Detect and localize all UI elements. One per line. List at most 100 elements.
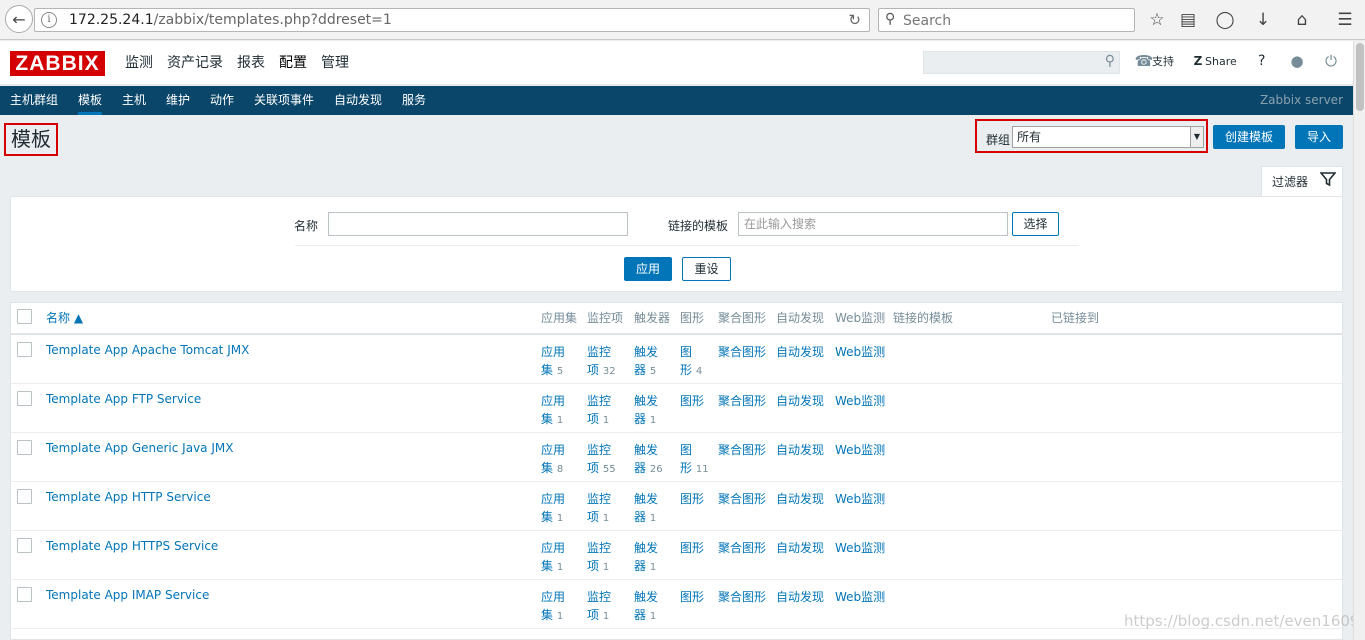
chevron-down-icon[interactable]: ▼ xyxy=(1190,127,1203,147)
items-link[interactable]: 监控项 1 xyxy=(587,490,627,528)
screens-link[interactable]: 聚合图形 xyxy=(718,343,778,361)
global-search-input[interactable]: ⚲ xyxy=(923,51,1120,74)
create-template-button[interactable]: 创建模板 xyxy=(1213,125,1285,149)
screens-link[interactable]: 聚合图形 xyxy=(718,490,778,508)
menu-configuration[interactable]: 配置 xyxy=(272,41,314,85)
row-checkbox[interactable] xyxy=(17,440,32,455)
screens-link[interactable]: 聚合图形 xyxy=(718,588,778,606)
zabbix-logo[interactable]: ZABBIX xyxy=(10,51,105,76)
applications-link[interactable]: 应用集 1 xyxy=(541,490,581,528)
graphs-link[interactable]: 图形 11 xyxy=(680,441,720,479)
applications-link[interactable]: 应用集 1 xyxy=(541,392,581,430)
group-select[interactable]: 所有 ▼ xyxy=(1012,126,1204,148)
web-link[interactable]: Web监测 xyxy=(835,441,895,459)
web-link[interactable]: Web监测 xyxy=(835,539,895,557)
items-link[interactable]: 监控项 1 xyxy=(587,539,627,577)
select-all-checkbox[interactable] xyxy=(17,309,32,324)
support-link[interactable]: 支持 xyxy=(1152,54,1174,70)
submenu-services[interactable]: 服务 xyxy=(402,86,426,115)
submenu-host-groups[interactable]: 主机群组 xyxy=(10,86,58,115)
row-checkbox[interactable] xyxy=(17,587,32,602)
reload-icon[interactable]: ↻ xyxy=(848,11,861,29)
submenu-actions[interactable]: 动作 xyxy=(210,86,234,115)
template-name-link[interactable]: Template App Apache Tomcat JMX xyxy=(46,343,249,357)
filter-name-input[interactable] xyxy=(328,212,628,236)
applications-link[interactable]: 应用集 1 xyxy=(541,588,581,626)
apply-button[interactable]: 应用 xyxy=(624,257,672,281)
select-button[interactable]: 选择 xyxy=(1012,212,1059,236)
discovery-link[interactable]: 自动发现 xyxy=(776,539,836,557)
triggers-link[interactable]: 触发器 1 xyxy=(634,392,674,430)
browser-search-box[interactable]: ⚲ Search xyxy=(878,8,1135,32)
info-icon[interactable]: i xyxy=(41,12,57,28)
row-checkbox[interactable] xyxy=(17,391,32,406)
row-checkbox[interactable] xyxy=(17,489,32,504)
triggers-link[interactable]: 触发器 1 xyxy=(634,490,674,528)
screens-link[interactable]: 聚合图形 xyxy=(718,539,778,557)
graphs-link[interactable]: 图形 xyxy=(680,588,720,606)
linked-templates-input[interactable]: 在此输入搜索 xyxy=(738,212,1008,236)
back-arrow-icon[interactable]: ← xyxy=(5,5,33,33)
search-icon[interactable]: ⚲ xyxy=(1105,53,1115,69)
items-link[interactable]: 监控项 1 xyxy=(587,392,627,430)
template-name-link[interactable]: Template App Generic Java JMX xyxy=(46,441,233,455)
pocket-icon[interactable]: ◯ xyxy=(1214,10,1236,30)
triggers-link[interactable]: 触发器 1 xyxy=(634,588,674,626)
filter-tab[interactable]: 过滤器 xyxy=(1261,166,1343,198)
graphs-link[interactable]: 图形 xyxy=(680,539,720,557)
discovery-link[interactable]: 自动发现 xyxy=(776,392,836,410)
sign-out-icon[interactable]: ⏻ xyxy=(1321,52,1341,70)
row-checkbox[interactable] xyxy=(17,342,32,357)
col-name-header[interactable]: 名称 ▲ xyxy=(46,303,83,333)
web-link[interactable]: Web监测 xyxy=(835,343,895,361)
submenu-templates[interactable]: 模板 xyxy=(78,86,103,115)
template-name-link[interactable]: Template App IMAP Service xyxy=(46,588,209,602)
items-link[interactable]: 监控项 32 xyxy=(587,343,627,381)
web-link[interactable]: Web监测 xyxy=(835,392,895,410)
discovery-link[interactable]: 自动发现 xyxy=(776,441,836,459)
download-icon[interactable]: ↓ xyxy=(1252,10,1274,30)
template-name-link[interactable]: Template App FTP Service xyxy=(46,392,201,406)
submenu-event-correlation[interactable]: 关联项事件 xyxy=(254,86,314,115)
menu-reports[interactable]: 报表 xyxy=(230,41,272,85)
items-link[interactable]: 监控项 1 xyxy=(587,588,627,626)
triggers-link[interactable]: 触发器 26 xyxy=(634,441,674,479)
user-profile-icon[interactable]: ● xyxy=(1287,52,1307,70)
menu-monitoring[interactable]: 监测 xyxy=(118,41,160,85)
row-checkbox[interactable] xyxy=(17,538,32,553)
triggers-link[interactable]: 触发器 5 xyxy=(634,343,674,381)
applications-link[interactable]: 应用集 8 xyxy=(541,441,581,479)
import-button[interactable]: 导入 xyxy=(1295,125,1343,149)
screens-link[interactable]: 聚合图形 xyxy=(718,392,778,410)
page-scrollbar[interactable] xyxy=(1353,41,1365,640)
menu-icon[interactable]: ☰ xyxy=(1334,10,1356,30)
web-link[interactable]: Web监测 xyxy=(835,588,895,606)
reset-button[interactable]: 重设 xyxy=(682,257,731,281)
triggers-link[interactable]: 触发器 1 xyxy=(634,539,674,577)
home-icon[interactable]: ⌂ xyxy=(1291,10,1313,30)
items-link[interactable]: 监控项 55 xyxy=(587,441,627,479)
submenu-maintenance[interactable]: 维护 xyxy=(166,86,190,115)
graphs-link[interactable]: 图形 4 xyxy=(680,343,720,381)
applications-link[interactable]: 应用集 5 xyxy=(541,343,581,381)
menu-inventory[interactable]: 资产记录 xyxy=(160,41,230,85)
discovery-link[interactable]: 自动发现 xyxy=(776,588,836,606)
template-name-link[interactable]: Template App HTTPS Service xyxy=(46,539,218,553)
scrollbar-thumb[interactable] xyxy=(1356,43,1364,111)
graphs-link[interactable]: 图形 xyxy=(680,392,720,410)
screens-link[interactable]: 聚合图形 xyxy=(718,441,778,459)
graphs-link[interactable]: 图形 xyxy=(680,490,720,508)
applications-link[interactable]: 应用集 1 xyxy=(541,539,581,577)
web-link[interactable]: Web监测 xyxy=(835,490,895,508)
submenu-discovery[interactable]: 自动发现 xyxy=(334,86,382,115)
discovery-link[interactable]: 自动发现 xyxy=(776,343,836,361)
share-link[interactable]: Share xyxy=(1205,54,1237,70)
menu-administration[interactable]: 管理 xyxy=(314,41,356,85)
submenu-hosts[interactable]: 主机 xyxy=(122,86,146,115)
address-bar[interactable]: i 172.25.24.1/zabbix/templates.php?ddres… xyxy=(34,8,870,32)
help-link[interactable]: ? xyxy=(1258,53,1265,69)
discovery-link[interactable]: 自动发现 xyxy=(776,490,836,508)
star-icon[interactable]: ☆ xyxy=(1146,10,1168,30)
reader-icon[interactable]: ▤ xyxy=(1177,10,1199,30)
template-name-link[interactable]: Template App HTTP Service xyxy=(46,490,211,504)
